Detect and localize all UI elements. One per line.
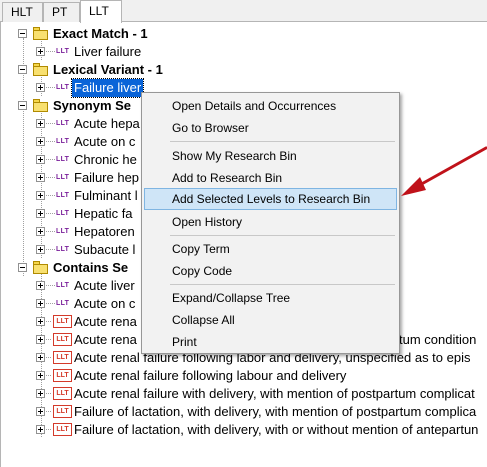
annotation-arrow-icon	[401, 146, 487, 196]
